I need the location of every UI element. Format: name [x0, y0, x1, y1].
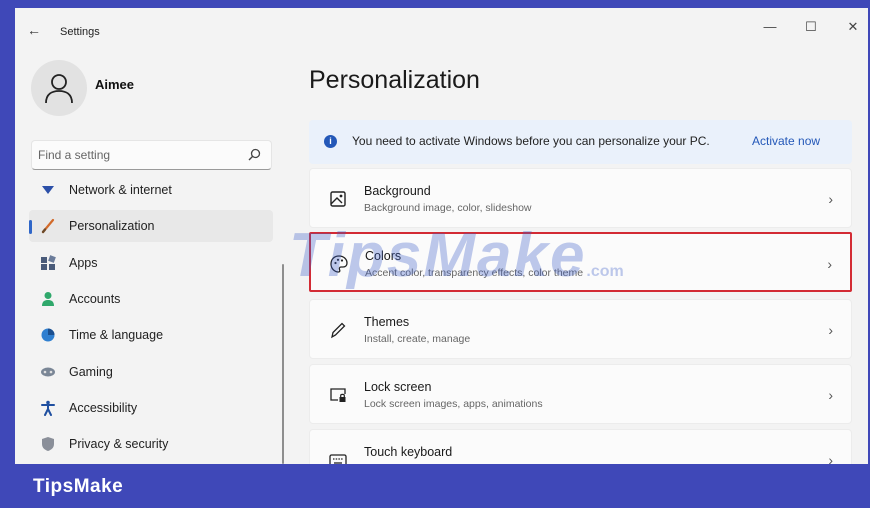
chevron-right-icon: › [828, 322, 833, 338]
sidebar-item-label: Time & language [69, 328, 164, 342]
chevron-right-icon: › [827, 256, 832, 272]
sidebar-item-network[interactable]: Network & internet [29, 174, 273, 206]
search-icon[interactable] [248, 148, 261, 161]
card-touch-keyboard[interactable]: Touch keyboard › [309, 429, 852, 464]
title-bar: ← Settings — ☐ ✕ [15, 8, 868, 48]
card-subtitle: Install, create, manage [364, 333, 471, 345]
card-themes[interactable]: Themes Install, create, manage › [309, 299, 852, 359]
gamepad-icon [41, 367, 55, 377]
page-title: Personalization [309, 66, 480, 94]
active-indicator [29, 220, 32, 234]
close-button[interactable]: ✕ [842, 16, 864, 38]
activation-banner: i You need to activate Windows before yo… [309, 120, 852, 164]
card-background[interactable]: Background Background image, color, slid… [309, 168, 852, 228]
card-lock-screen[interactable]: Lock screen Lock screen images, apps, an… [309, 364, 852, 424]
card-subtitle: Accent color, transparency effects, colo… [365, 267, 584, 279]
apps-icon [41, 255, 56, 270]
page-frame: ← Settings — ☐ ✕ Aimee Network & i [0, 0, 870, 508]
sidebar-item-personalization[interactable]: Personalization [29, 210, 273, 242]
card-title: Lock screen [364, 380, 432, 394]
pen-icon [331, 322, 346, 339]
maximize-button[interactable]: ☐ [800, 16, 822, 38]
search-box[interactable] [31, 140, 272, 170]
brand-label: TipsMake [33, 476, 124, 497]
palette-icon [330, 255, 348, 273]
sidebar-item-label: Privacy & security [69, 437, 169, 451]
sidebar-item-accounts[interactable]: Accounts [29, 283, 273, 315]
user-icon [45, 74, 73, 104]
sidebar-item-label: Gaming [69, 365, 113, 379]
lock-screen-icon [330, 388, 346, 402]
wifi-icon [42, 186, 54, 194]
sidebar-item-gaming[interactable]: Gaming [29, 356, 273, 388]
globe-clock-icon [41, 328, 55, 342]
accounts-icon [42, 292, 54, 306]
card-title: Themes [364, 315, 410, 329]
chevron-right-icon: › [828, 387, 833, 403]
chevron-right-icon: › [828, 191, 833, 207]
sidebar-item-apps[interactable]: Apps [29, 247, 273, 279]
sidebar-item-label: Network & internet [69, 183, 172, 197]
back-arrow-icon[interactable]: ← [27, 22, 41, 38]
settings-window: ← Settings — ☐ ✕ Aimee Network & i [15, 8, 868, 464]
image-icon [330, 191, 346, 207]
sidebar-item-accessibility[interactable]: Accessibility [29, 392, 273, 424]
minimize-button[interactable]: — [759, 16, 781, 38]
banner-message: You need to activate Windows before you … [352, 134, 710, 148]
sidebar-item-label: Accessibility [69, 401, 138, 415]
app-title: Settings [60, 26, 100, 38]
shield-icon [42, 437, 54, 451]
card-title: Background [364, 184, 431, 198]
activate-now-link[interactable]: Activate now [752, 134, 820, 148]
sidebar-item-label: Personalization [69, 219, 155, 233]
accessibility-icon [41, 400, 55, 416]
avatar[interactable] [31, 60, 87, 116]
card-colors[interactable]: Colors Accent color, transparency effect… [309, 232, 852, 292]
sidebar-item-label: Accounts [69, 292, 121, 306]
search-input[interactable] [38, 146, 238, 164]
keyboard-icon [329, 454, 347, 464]
card-title: Colors [365, 249, 402, 263]
info-icon: i [324, 135, 337, 148]
brush-icon [41, 218, 55, 234]
card-subtitle: Background image, color, slideshow [364, 202, 532, 214]
chevron-right-icon: › [828, 452, 833, 464]
sidebar-item-label: Apps [69, 256, 98, 270]
card-title: Touch keyboard [364, 445, 453, 459]
card-subtitle: Lock screen images, apps, animations [364, 398, 543, 410]
profile-name: Aimee [95, 77, 135, 92]
sidebar-scrollbar[interactable] [282, 264, 284, 464]
sidebar-item-privacy-security[interactable]: Privacy & security [29, 428, 273, 460]
sidebar-item-time-language[interactable]: Time & language [29, 319, 273, 351]
